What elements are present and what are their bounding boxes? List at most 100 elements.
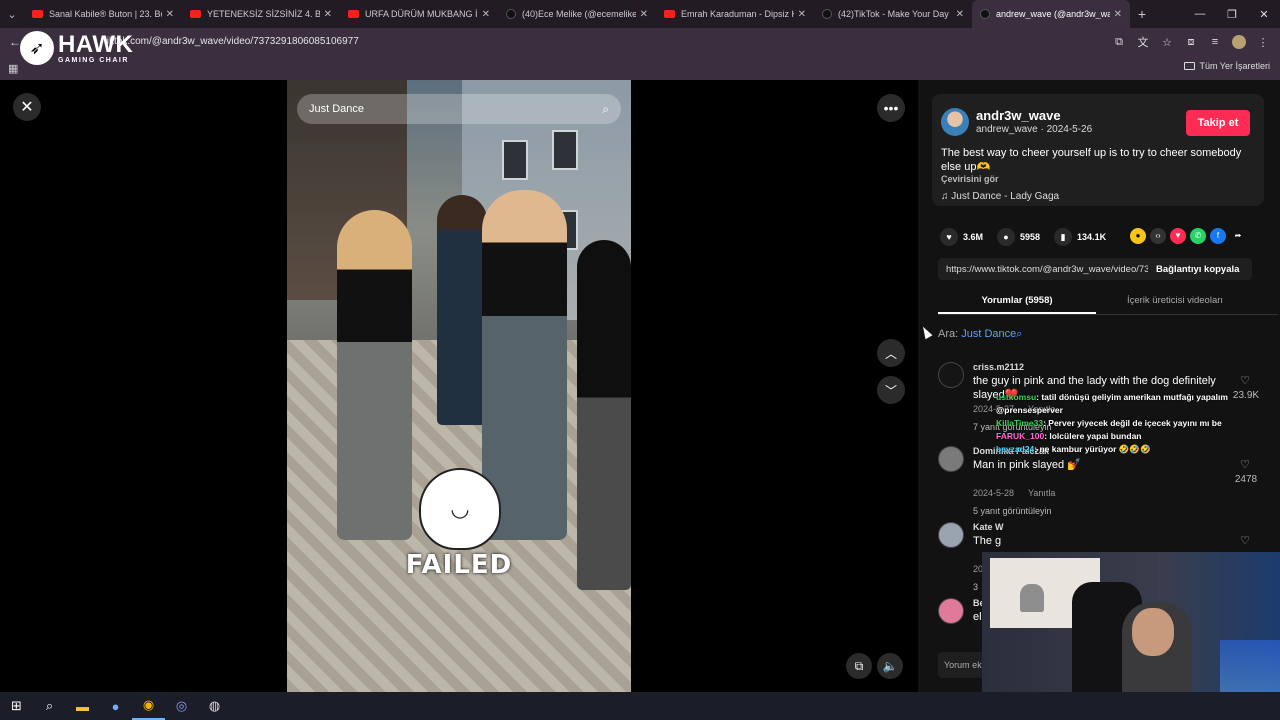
author-card: andr3w_wave andrew_wave · 2024-5-26 Taki… <box>932 94 1264 206</box>
pip-icon[interactable]: ⧉ <box>846 653 872 679</box>
browser-tab[interactable]: Emrah Karaduman - Dipsiz Kuyu ✕ <box>656 0 814 28</box>
file-explorer-icon[interactable]: ▬ <box>66 692 99 720</box>
browser-tab[interactable]: URFA DÜRÜM MUKBANG İLİŞKİ ✕ <box>340 0 498 28</box>
search-hint[interactable]: Ara: Just Dance⌕ <box>938 328 1022 341</box>
close-tab-icon[interactable]: ✕ <box>798 9 806 20</box>
author-username[interactable]: andr3w_wave <box>976 108 1061 123</box>
browser-tab-bar: ⌄ Sanal Kabile® Buton | 23. Bölüm✕YETENE… <box>0 0 1280 28</box>
browser-tab[interactable]: YETENEKSİZ SİZSİNİZ 4. BÖLÜM ✕ <box>182 0 340 28</box>
video-search-pill[interactable]: Just Dance ⌕ <box>297 94 621 124</box>
reply-button[interactable]: Yanıtla <box>1028 488 1055 498</box>
video-person <box>437 195 487 425</box>
chat-username: FARUK_100 <box>996 431 1045 441</box>
save-stat[interactable]: ▮ 134.1K <box>1054 228 1106 246</box>
youtube-icon <box>348 10 359 18</box>
author-avatar[interactable] <box>941 108 969 136</box>
previous-video-button[interactable]: ︿ <box>877 339 905 367</box>
forever-alone-meme-icon: ◡ <box>419 468 501 550</box>
search-hint-query: Just Dance <box>961 328 1017 340</box>
comment-avatar[interactable] <box>938 522 964 548</box>
windows-start-icon[interactable]: ⊞ <box>0 692 33 720</box>
chat-username: ustkomsu <box>996 392 1037 402</box>
close-window-icon[interactable]: ✕ <box>1248 8 1280 21</box>
video-overlay-text: FAILED <box>405 550 513 580</box>
send-icon[interactable]: ▼ <box>1170 228 1186 244</box>
video-player[interactable]: Just Dance ⌕ ◡ FAILED <box>287 80 631 692</box>
comment-avatar[interactable] <box>938 446 964 472</box>
minimize-icon[interactable]: — <box>1184 8 1216 20</box>
url-input[interactable]: tiktok.com/@andr3w_wave/video/7373291806… <box>104 36 359 47</box>
comment-stat[interactable]: ● 5958 <box>997 228 1040 246</box>
close-tab-icon[interactable]: ✕ <box>956 9 964 20</box>
browser-tab[interactable]: (42)TikTok - Make Your Day ✕ <box>814 0 972 28</box>
tab-creator-videos[interactable]: İçerik üreticisi videoları <box>1096 292 1254 314</box>
profile-avatar[interactable] <box>1232 35 1246 49</box>
close-tab-icon[interactable]: ✕ <box>1114 9 1122 20</box>
browser-tab-label: (40)Ece Melike (@ecemelikec) | <box>522 9 636 19</box>
facebook-icon[interactable]: f <box>1210 228 1226 244</box>
cast-icon[interactable]: ⧉ <box>1112 36 1126 49</box>
address-bar: ← tiktok.com/@andr3w_wave/video/73732918… <box>0 28 1280 56</box>
discord-icon[interactable]: ◎ <box>165 692 198 720</box>
obs-icon[interactable]: ◍ <box>198 692 231 720</box>
tabs-divider <box>938 314 1278 315</box>
translate-icon[interactable]: 文 <box>1136 34 1150 50</box>
close-tab-icon[interactable]: ✕ <box>640 9 648 20</box>
browser-tab[interactable]: Sanal Kabile® Buton | 23. Bölüm ✕ <box>24 0 182 28</box>
browser-tab[interactable]: andrew_wave (@andr3w_wave) ✕ <box>972 0 1130 28</box>
media-icon[interactable]: ≡ <box>1208 36 1222 48</box>
bookmark-star-icon[interactable]: ☆ <box>1160 36 1174 49</box>
close-video-button[interactable]: ✕ <box>13 93 41 121</box>
close-tab-icon[interactable]: ✕ <box>166 9 174 20</box>
view-replies-link[interactable]: 5 yanıt görüntüleyin <box>973 506 1052 516</box>
author-subtitle: andrew_wave · 2024-5-26 <box>976 124 1093 135</box>
see-translation-link[interactable]: Çevirisini gör <box>941 174 999 184</box>
stream-chat-overlay: ustkomsu: tatil dönüşü geliyim amerikan … <box>996 392 1266 458</box>
app-icon[interactable]: ● <box>99 692 132 720</box>
comment-avatar[interactable] <box>938 362 964 388</box>
comment-username[interactable]: Kate W <box>973 522 1004 532</box>
video-window <box>502 140 528 180</box>
share-link[interactable]: https://www.tiktok.com/@andr3w_wave/vide… <box>938 264 1148 275</box>
volume-icon[interactable]: 🔈 <box>877 653 903 679</box>
video-person <box>337 210 412 540</box>
tab-comments[interactable]: Yorumlar (5958) <box>938 292 1096 314</box>
comment-text: The g <box>973 535 1002 547</box>
comment-heart-icon[interactable]: ♡ <box>1230 458 1260 471</box>
browser-tab[interactable]: (40)Ece Melike (@ecemelikec) | ✕ <box>498 0 656 28</box>
comment-username[interactable]: criss.m2112 <box>973 362 1024 372</box>
all-bookmarks[interactable]: Tüm Yer İşaretleri <box>1184 61 1270 71</box>
comment-icon: ● <box>997 228 1016 246</box>
restore-icon[interactable]: ❐ <box>1216 8 1248 21</box>
tiktok-icon <box>506 9 516 19</box>
next-video-button[interactable]: ﹀ <box>877 376 905 404</box>
comment-avatar[interactable] <box>938 598 964 624</box>
chat-text: @prensesperver <box>996 405 1063 415</box>
new-tab-button[interactable]: + <box>1130 6 1154 22</box>
embed-icon[interactable]: ‹› <box>1150 228 1166 244</box>
share-arrow-icon[interactable]: ➦ <box>1230 228 1246 244</box>
tab-search-icon[interactable]: ⌄ <box>0 0 24 28</box>
whatsapp-icon[interactable]: ✆ <box>1190 228 1206 244</box>
chat-message: KillaTime33: Perver yiyecek değil de içe… <box>996 418 1266 428</box>
close-tab-icon[interactable]: ✕ <box>324 9 332 20</box>
view-replies-link[interactable]: 3 <box>973 582 978 592</box>
search-icon[interactable]: ⌕ <box>33 692 66 720</box>
webcam-cat-picture <box>1020 584 1044 612</box>
chrome-icon[interactable]: ◉ <box>132 692 165 720</box>
music-link[interactable]: ♫ Just Dance - Lady Gaga <box>941 191 1059 202</box>
apps-grid-icon[interactable]: ▦ <box>8 62 18 75</box>
all-bookmarks-label: Tüm Yer İşaretleri <box>1199 61 1270 71</box>
comment-heart-icon[interactable]: ♡ <box>1230 374 1260 387</box>
comment-heart-icon[interactable]: ♡ <box>1230 534 1260 547</box>
music-title: Just Dance - Lady Gaga <box>951 191 1060 202</box>
like-stat[interactable]: ♥ 3.6M <box>940 228 983 246</box>
video-window <box>552 130 578 170</box>
menu-kebab-icon[interactable]: ⋮ <box>1256 36 1270 49</box>
coin-icon[interactable]: ● <box>1130 228 1146 244</box>
more-options-button[interactable]: ••• <box>877 94 905 122</box>
copy-link-button[interactable]: Bağlantıyı kopyala <box>1156 264 1239 275</box>
extensions-icon[interactable]: ⧈ <box>1184 36 1198 49</box>
follow-button[interactable]: Takip et <box>1186 110 1250 136</box>
close-tab-icon[interactable]: ✕ <box>482 9 490 20</box>
